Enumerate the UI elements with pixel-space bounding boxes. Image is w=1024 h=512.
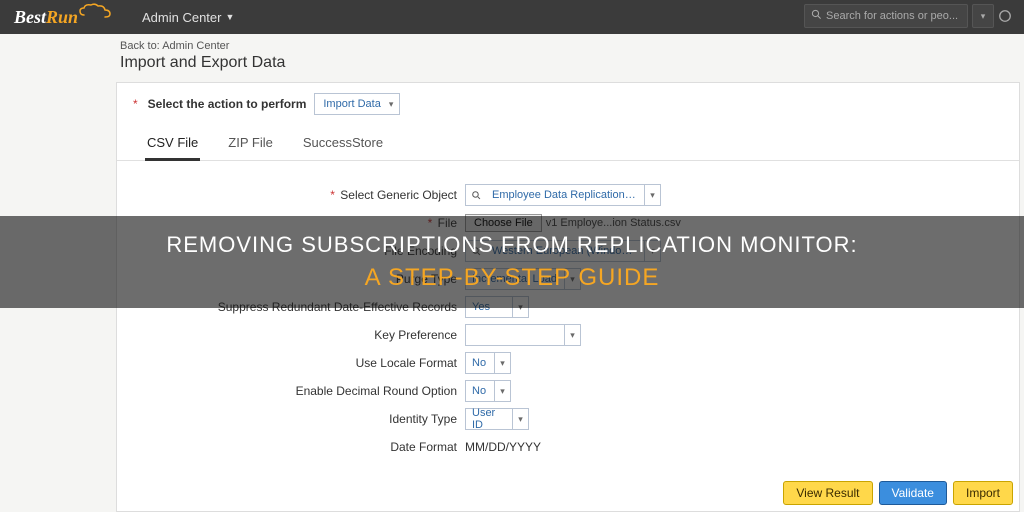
action-value: Import Data [323,98,380,110]
brand-part-a: Best [14,7,46,27]
import-form: * Select Generic Object Employee Data Re… [117,161,1019,461]
tab-csv-file[interactable]: CSV File [145,127,200,160]
key-pref-select[interactable]: ▾ [465,324,581,346]
validate-button[interactable]: Validate [879,481,947,505]
search-icon [811,9,822,23]
caret-down-icon: ▾ [644,185,660,205]
card-footer-actions: View Result Validate Import [783,481,1013,505]
decimal-select[interactable]: No ▾ [465,380,511,402]
top-nav: BestRun Admin Center ▼ Search for action… [0,0,1024,34]
caret-down-icon: ▾ [389,99,394,110]
tab-successstore[interactable]: SuccessStore [301,127,385,160]
locale-select[interactable]: No ▾ [465,352,511,374]
decimal-value: No [466,385,494,397]
generic-object-label: Select Generic Object [340,188,457,202]
date-format-value: MM/DD/YYYY [465,440,541,454]
caret-down-icon: ▼ [225,12,234,22]
tab-zip-file[interactable]: ZIP File [226,127,275,160]
caret-down-icon: ▾ [494,353,510,373]
overlay-line-1: Removing Subscriptions from Replication … [166,232,857,258]
locale-value: No [466,357,494,369]
key-pref-label: Key Preference [374,328,457,342]
file-type-tabs: CSV File ZIP File SuccessStore [117,127,1019,161]
caret-down-icon: ▾ [494,381,510,401]
caret-down-icon: ▾ [564,325,580,345]
admin-center-label: Admin Center [142,10,221,25]
chevron-down-icon: ▾ [981,11,986,22]
cloud-icon [78,3,112,19]
brand-part-b: Run [46,7,78,27]
decimal-label: Enable Decimal Round Option [296,384,457,398]
page-title: Import and Export Data [0,54,1024,82]
required-star-icon: * [133,97,138,111]
action-label: Select the action to perform [148,97,307,111]
locale-label: Use Locale Format [356,356,457,370]
date-format-label: Date Format [390,440,457,454]
generic-object-value: Employee Data Replication Stat... [486,189,644,201]
generic-object-select[interactable]: Employee Data Replication Stat... ▾ [465,184,661,206]
overlay-line-2: A Step-by-Step Guide [365,264,660,292]
import-button[interactable]: Import [953,481,1013,505]
header-aux-button[interactable] [998,4,1012,28]
admin-center-menu[interactable]: Admin Center ▼ [142,10,234,25]
caret-down-icon: ▾ [512,409,528,429]
view-result-button[interactable]: View Result [783,481,872,505]
title-overlay: Removing Subscriptions from Replication … [0,216,1024,308]
brand-logo: BestRun [0,0,112,34]
identity-select[interactable]: User ID ▾ [465,408,529,430]
breadcrumb[interactable]: Back to: Admin Center [0,34,1024,54]
search-dropdown-button[interactable]: ▾ [972,4,994,28]
identity-label: Identity Type [389,412,457,426]
global-search-input[interactable]: Search for actions or peo... [804,4,968,28]
identity-value: User ID [466,407,512,431]
search-icon [466,190,486,201]
search-placeholder: Search for actions or peo... [826,10,958,22]
action-select[interactable]: Import Data ▾ [314,93,400,115]
